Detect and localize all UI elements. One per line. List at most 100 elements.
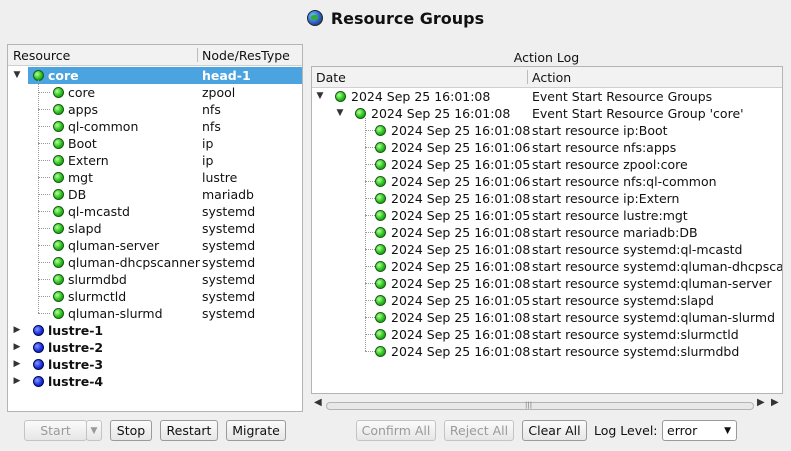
resource-type: nfs <box>202 119 221 134</box>
log-group-row[interactable]: ▼ 2024 Sep 25 16:01:08 Event Start Resourc… <box>312 105 782 122</box>
log-level-select[interactable]: error ▼ <box>662 420 737 441</box>
tree-resource-row[interactable]: apps nfs <box>8 101 302 118</box>
log-action: start resource systemd:slapd <box>532 293 714 308</box>
globe-icon <box>306 10 323 26</box>
tree-group-row[interactable]: ▶ lustre-4 <box>8 373 302 390</box>
chevron-right-icon[interactable]: ▶ <box>12 339 22 356</box>
tree-resource-row[interactable]: Extern ip <box>8 152 302 169</box>
tree-group-row[interactable]: ▶ lustre-1 <box>8 322 302 339</box>
log-entry-row[interactable]: 2024 Sep 25 16:01:08 start resource syste… <box>312 309 782 326</box>
log-action: start resource ip:Boot <box>532 123 668 138</box>
confirm-all-button[interactable]: Confirm All <box>356 420 436 441</box>
log-entry-row[interactable]: 2024 Sep 25 16:01:08 start resource syste… <box>312 275 782 292</box>
status-icon <box>375 312 386 323</box>
log-action: start resource systemd:qluman-dhcpscan <box>532 259 783 274</box>
log-entry-row[interactable]: 2024 Sep 25 16:01:08 start resource maria… <box>312 224 782 241</box>
log-action: start resource mariadb:DB <box>532 225 698 240</box>
resource-type: nfs <box>202 102 221 117</box>
log-entry-row[interactable]: 2024 Sep 25 16:01:08 start resource ip:Ex… <box>312 190 782 207</box>
status-icon <box>375 329 386 340</box>
restart-button[interactable]: Restart <box>160 420 218 441</box>
tree-resource-row[interactable]: slurmctld systemd <box>8 288 302 305</box>
log-entry-row[interactable]: 2024 Sep 25 16:01:06 start resource nfs:a… <box>312 139 782 156</box>
column-header-action[interactable]: Action <box>532 70 571 85</box>
log-entry-row[interactable]: 2024 Sep 25 16:01:08 start resource syste… <box>312 343 782 360</box>
resource-type: systemd <box>202 238 256 253</box>
column-header-node-restype[interactable]: Node/ResType <box>202 48 290 63</box>
log-level-label: Log Level: <box>594 423 658 438</box>
status-icon <box>53 257 64 268</box>
scroll-left-arrow[interactable]: ◀ <box>314 397 322 408</box>
tree-resource-row[interactable]: qluman-dhcpscanner systemd <box>8 254 302 271</box>
tree-resource-row[interactable]: Boot ip <box>8 135 302 152</box>
log-date: 2024 Sep 25 16:01:05 <box>391 208 531 223</box>
tree-group-row[interactable]: ▶ lustre-2 <box>8 339 302 356</box>
action-log-tree[interactable]: Date Action ▼ 2024 Sep 25 16:01:08 Event S… <box>311 66 783 394</box>
status-icon <box>53 121 64 132</box>
tree-resource-row[interactable]: qluman-slurmd systemd <box>8 305 302 322</box>
log-entry-row[interactable]: 2024 Sep 25 16:01:06 start resource nfs:q… <box>312 173 782 190</box>
tree-resource-row[interactable]: slapd systemd <box>8 220 302 237</box>
resource-name: apps <box>68 102 99 117</box>
start-button[interactable]: Start <box>24 420 87 441</box>
log-date: 2024 Sep 25 16:01:08 <box>391 344 531 359</box>
log-entry-row[interactable]: 2024 Sep 25 16:01:08 start resource syste… <box>312 326 782 343</box>
resource-type: ip <box>202 153 214 168</box>
status-icon <box>33 325 44 336</box>
log-entry-row[interactable]: 2024 Sep 25 16:01:05 start resource zpool… <box>312 156 782 173</box>
log-entry-row[interactable]: 2024 Sep 25 16:01:05 start resource syste… <box>312 292 782 309</box>
log-date: 2024 Sep 25 16:01:06 <box>391 174 531 189</box>
log-action: start resource lustre:mgt <box>532 208 688 223</box>
tree-resource-row[interactable]: slurmdbd systemd <box>8 271 302 288</box>
status-icon <box>375 142 386 153</box>
column-header-resource[interactable]: Resource <box>13 48 70 63</box>
log-action: start resource systemd:slurmdbd <box>532 344 740 359</box>
tree-resource-row[interactable]: ql-mcastd systemd <box>8 203 302 220</box>
chevron-down-icon[interactable]: ▼ <box>12 67 22 84</box>
status-icon <box>53 155 64 166</box>
status-icon <box>375 261 386 272</box>
status-icon <box>53 308 64 319</box>
action-log-label: Action Log <box>513 50 580 65</box>
chevron-right-icon[interactable]: ▶ <box>12 373 22 390</box>
tree-resource-row[interactable]: qluman-server systemd <box>8 237 302 254</box>
resource-tree[interactable]: Resource Node/ResType ▼ core head-1 core zpo… <box>7 44 303 412</box>
migrate-button[interactable]: Migrate <box>226 420 286 441</box>
log-entry-row[interactable]: 2024 Sep 25 16:01:05 start resource lustr… <box>312 207 782 224</box>
scroll-right-end-arrow[interactable]: ▶ <box>771 397 779 408</box>
horizontal-scrollbar[interactable]: ||| <box>326 401 754 410</box>
stop-button[interactable]: Stop <box>110 420 152 441</box>
log-entry-row[interactable]: 2024 Sep 25 16:01:08 start resource syste… <box>312 241 782 258</box>
log-action: start resource systemd:slurmctld <box>532 327 739 342</box>
group-name: lustre-2 <box>48 340 104 355</box>
tree-resource-row[interactable]: mgt lustre <box>8 169 302 186</box>
tree-resource-row[interactable]: ql-common nfs <box>8 118 302 135</box>
start-dropdown-button[interactable]: ▼ <box>86 420 102 441</box>
status-icon <box>335 91 346 102</box>
log-entry-row[interactable]: 2024 Sep 25 16:01:08 start resource ip:Bo… <box>312 122 782 139</box>
log-root-row[interactable]: ▼ 2024 Sep 25 16:01:08 Event Start Resourc… <box>312 88 782 105</box>
log-entry-row[interactable]: 2024 Sep 25 16:01:08 start resource syste… <box>312 258 782 275</box>
chevron-right-icon[interactable]: ▶ <box>12 356 22 373</box>
tree-group-row[interactable]: ▶ lustre-3 <box>8 356 302 373</box>
log-date: 2024 Sep 25 16:01:08 <box>391 225 531 240</box>
tree-resource-row[interactable]: core zpool <box>8 84 302 101</box>
chevron-down-icon[interactable]: ▼ <box>335 105 345 122</box>
group-name: lustre-4 <box>48 374 104 389</box>
status-icon <box>375 159 386 170</box>
log-action: start resource ip:Extern <box>532 191 680 206</box>
chevron-right-icon[interactable]: ▶ <box>12 322 22 339</box>
column-header-date[interactable]: Date <box>316 70 346 85</box>
tree-group-row[interactable]: ▼ core head-1 <box>8 67 302 84</box>
clear-all-button[interactable]: Clear All <box>522 420 587 441</box>
tree-resource-row[interactable]: DB mariadb <box>8 186 302 203</box>
scroll-right-arrow[interactable]: ▶ <box>757 397 765 408</box>
resource-name: slapd <box>68 221 102 236</box>
status-icon <box>53 240 64 251</box>
log-date: 2024 Sep 25 16:01:08 <box>391 276 531 291</box>
reject-all-button[interactable]: Reject All <box>444 420 514 441</box>
chevron-down-icon[interactable]: ▼ <box>315 88 325 105</box>
resource-type: zpool <box>202 85 236 100</box>
group-name: core <box>48 68 79 83</box>
status-icon <box>53 87 64 98</box>
